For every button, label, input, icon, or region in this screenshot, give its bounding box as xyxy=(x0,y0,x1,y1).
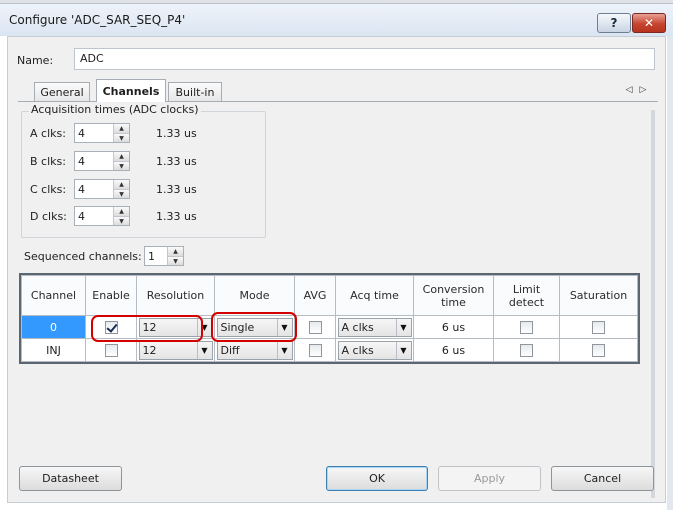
acquisition-group-legend: Acquisition times (ADC clocks) xyxy=(29,103,201,116)
b-clks-value: 4 xyxy=(78,155,85,168)
spin-down-icon[interactable]: ▼ xyxy=(114,161,129,170)
help-icon: ? xyxy=(610,16,618,30)
a-clks-spinner[interactable]: 4 ▲ ▼ xyxy=(74,123,130,143)
a-clks-label: A clks: xyxy=(30,127,66,140)
close-icon: ✕ xyxy=(643,16,655,30)
a-clks-time: 1.33 us xyxy=(156,127,197,140)
header-avg: AVG xyxy=(294,275,336,316)
spin-up-icon[interactable]: ▲ xyxy=(114,180,129,189)
a-clks-value: 4 xyxy=(78,127,85,140)
mode-value: Diff xyxy=(220,343,240,357)
d-clks-spinner[interactable]: 4 ▲ ▼ xyxy=(74,206,130,226)
chevron-down-icon: ▼ xyxy=(276,341,292,359)
datasheet-button[interactable]: Datasheet xyxy=(19,466,122,491)
d-clks-label: D clks: xyxy=(30,210,67,223)
sequenced-channels-spinner[interactable]: 1 ▲ ▼ xyxy=(144,246,184,266)
chevron-down-icon: ▼ xyxy=(395,318,411,336)
conversion-time-cell: 6 us xyxy=(413,338,494,362)
avg-checkbox[interactable] xyxy=(308,320,322,334)
b-clks-spinner[interactable]: 4 ▲ ▼ xyxy=(74,151,130,171)
acq-time-value: A clks xyxy=(341,320,374,334)
tab-built-in[interactable]: Built-in xyxy=(168,82,222,101)
header-mode: Mode xyxy=(214,275,295,316)
header-acq-time: Acq time xyxy=(335,275,414,316)
name-input[interactable]: ADC xyxy=(74,48,655,70)
spin-up-icon[interactable]: ▲ xyxy=(114,152,129,161)
tab-channels-label: Channels xyxy=(102,84,160,98)
header-conversion-time: Conversion time xyxy=(413,275,494,316)
acq-time-value: A clks xyxy=(341,343,374,357)
close-button[interactable]: ✕ xyxy=(632,13,666,33)
spin-down-icon[interactable]: ▼ xyxy=(114,133,129,142)
mode-highlight xyxy=(211,312,297,342)
c-clks-spinner[interactable]: 4 ▲ ▼ xyxy=(74,179,130,199)
sequenced-channels-value: 1 xyxy=(148,250,155,263)
window-title: Configure 'ADC_SAR_SEQ_P4' xyxy=(9,13,186,27)
chevron-down-icon: ▼ xyxy=(196,341,212,359)
header-enable: Enable xyxy=(85,275,137,316)
acq-time-select[interactable]: A clks ▼ xyxy=(337,340,412,360)
b-clks-label: B clks: xyxy=(30,155,66,168)
title-bar: Configure 'ADC_SAR_SEQ_P4' ? ✕ xyxy=(0,4,673,36)
tab-general[interactable]: General xyxy=(34,82,90,101)
c-clks-time: 1.33 us xyxy=(156,183,197,196)
d-clks-value: 4 xyxy=(78,210,85,223)
spin-up-icon[interactable]: ▲ xyxy=(114,124,129,133)
header-channel: Channel xyxy=(21,275,86,316)
header-resolution: Resolution xyxy=(136,275,215,316)
acq-time-cell: A clks ▼ xyxy=(335,338,414,362)
tab-built-in-label: Built-in xyxy=(175,85,215,99)
table-header-row: Channel Enable Resolution Mode AVG Acq t… xyxy=(21,275,638,316)
header-limit-detect: Limit detect xyxy=(493,275,560,316)
tab-general-label: General xyxy=(40,85,84,99)
avg-cell xyxy=(294,315,336,339)
c-clks-value: 4 xyxy=(78,183,85,196)
name-label: Name: xyxy=(17,54,54,67)
avg-cell xyxy=(294,338,336,362)
saturation-cell xyxy=(559,315,638,339)
avg-checkbox[interactable] xyxy=(308,343,322,357)
enable-resolution-highlight xyxy=(91,315,203,342)
spin-down-icon[interactable]: ▼ xyxy=(114,216,129,225)
cancel-button[interactable]: Cancel xyxy=(551,466,654,491)
apply-button[interactable]: Apply xyxy=(438,466,541,491)
acq-time-select[interactable]: A clks ▼ xyxy=(337,317,412,337)
limit-detect-cell xyxy=(493,315,560,339)
help-button[interactable]: ? xyxy=(597,13,631,33)
tab-channels[interactable]: Channels xyxy=(96,79,166,102)
limit-detect-checkbox[interactable] xyxy=(520,343,533,357)
limit-detect-checkbox[interactable] xyxy=(520,320,533,334)
mode-select[interactable]: Diff ▼ xyxy=(216,340,293,360)
limit-detect-cell xyxy=(493,338,560,362)
dialog-body: Name: ADC General Channels Built-in ◁ ▷ … xyxy=(7,36,666,503)
saturation-checkbox[interactable] xyxy=(592,320,605,334)
spin-up-icon[interactable]: ▲ xyxy=(114,207,129,216)
ok-button[interactable]: OK xyxy=(326,466,428,491)
spin-up-icon[interactable]: ▲ xyxy=(168,247,183,256)
tab-scroll-left-icon[interactable]: ◁ xyxy=(624,83,634,97)
sequenced-channels-label: Sequenced channels: xyxy=(24,250,142,263)
b-clks-time: 1.33 us xyxy=(156,155,197,168)
saturation-cell xyxy=(559,338,638,362)
c-clks-label: C clks: xyxy=(30,183,67,196)
acq-time-cell: A clks ▼ xyxy=(335,315,414,339)
spin-down-icon[interactable]: ▼ xyxy=(114,189,129,198)
vertical-scrollbar[interactable] xyxy=(651,110,655,498)
channel-cell[interactable]: INJ xyxy=(21,338,86,362)
resolution-select[interactable]: 12 ▼ xyxy=(138,340,213,360)
spin-down-icon[interactable]: ▼ xyxy=(168,256,183,265)
header-saturation: Saturation xyxy=(559,275,638,316)
d-clks-time: 1.33 us xyxy=(156,210,197,223)
conversion-time-cell: 6 us xyxy=(413,315,494,339)
tab-scroll-right-icon[interactable]: ▷ xyxy=(638,83,648,97)
channel-cell[interactable]: 0 xyxy=(21,315,86,339)
window-edge xyxy=(667,36,673,510)
saturation-checkbox[interactable] xyxy=(592,343,605,357)
resolution-value: 12 xyxy=(142,343,157,357)
enable-checkbox[interactable] xyxy=(104,343,118,357)
chevron-down-icon: ▼ xyxy=(395,341,411,359)
